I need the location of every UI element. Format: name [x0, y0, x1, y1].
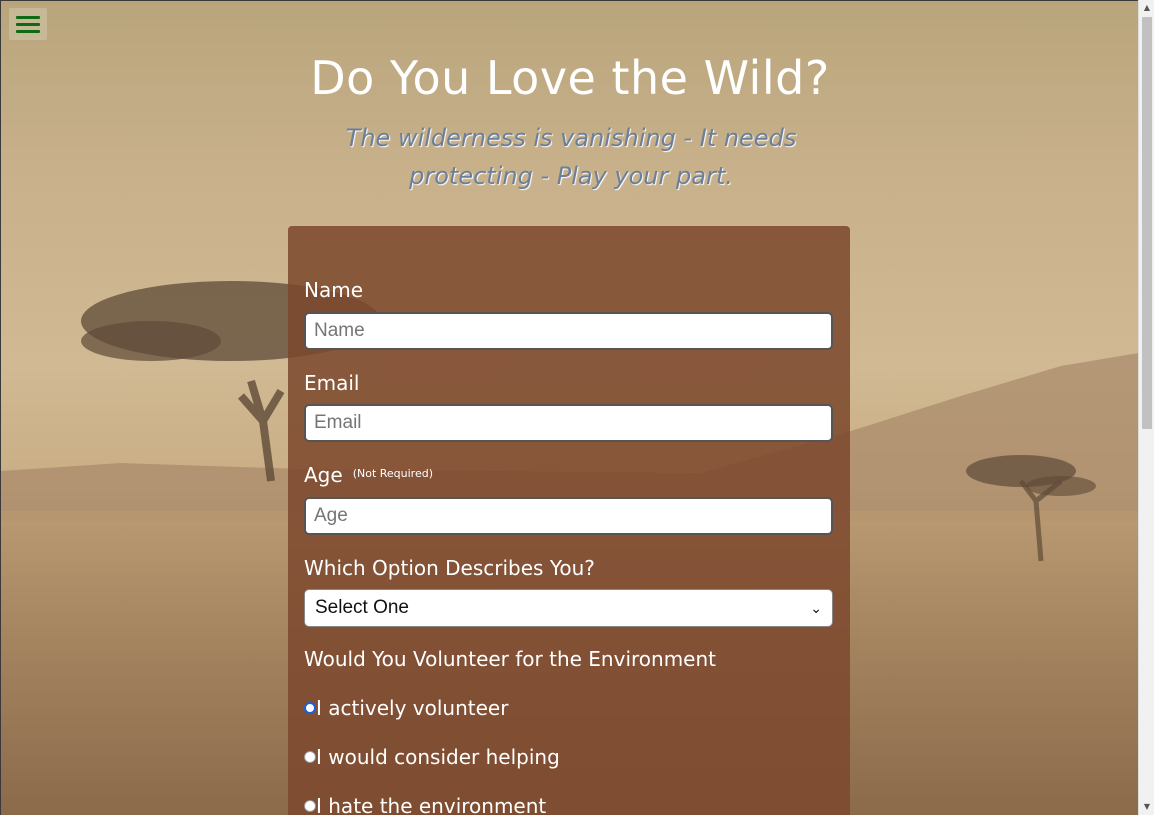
radio-option-volunteer[interactable]: I actively volunteer — [304, 696, 508, 720]
radio-button-checked[interactable] — [304, 702, 316, 714]
menu-bar — [16, 29, 40, 33]
option-select-value: Select One — [315, 597, 409, 618]
age-input[interactable]: Age — [304, 497, 833, 535]
vertical-scrollbar[interactable]: ▲ ▼ — [1138, 0, 1154, 815]
name-label: Name — [304, 278, 364, 302]
scroll-down-arrow-icon[interactable]: ▼ — [1139, 799, 1154, 815]
menu-bar — [16, 15, 40, 19]
hamburger-menu-icon[interactable] — [9, 8, 47, 40]
email-input[interactable]: Email — [304, 404, 833, 442]
scroll-thumb[interactable] — [1142, 17, 1152, 429]
page-subtitle: The wilderness is vanishing - It needs p… — [345, 124, 797, 190]
age-label: Age — [304, 463, 343, 487]
chevron-down-icon: ⌄ — [810, 599, 822, 616]
radio-option-consider[interactable]: I would consider helping — [304, 745, 560, 769]
page-title: Do You Love the Wild? — [310, 51, 830, 105]
radio-label: I actively volunteer — [316, 696, 509, 720]
scroll-up-arrow-icon[interactable]: ▲ — [1139, 0, 1154, 16]
menu-bar — [16, 22, 40, 26]
option-select[interactable]: Select One ⌄ — [304, 589, 833, 627]
name-input[interactable]: Name — [304, 312, 833, 350]
radio-label: I would consider helping — [316, 745, 560, 769]
radio-label: I hate the environment — [316, 794, 547, 815]
survey-form: Name Name Email Email Age (Not Required) … — [288, 226, 850, 815]
radio-button[interactable] — [304, 800, 316, 812]
email-label: Email — [304, 371, 360, 395]
radio-option-hate[interactable]: I hate the environment — [304, 794, 546, 815]
age-not-required-note: (Not Required) — [352, 467, 433, 480]
age-label-row: Age (Not Required) — [304, 463, 433, 487]
savanna-background: Do You Love the Wild? The wilderness is … — [0, 0, 1138, 815]
option-label: Which Option Describes You? — [304, 556, 595, 580]
volunteer-label: Would You Volunteer for the Environment — [304, 647, 717, 671]
radio-button[interactable] — [304, 751, 316, 763]
